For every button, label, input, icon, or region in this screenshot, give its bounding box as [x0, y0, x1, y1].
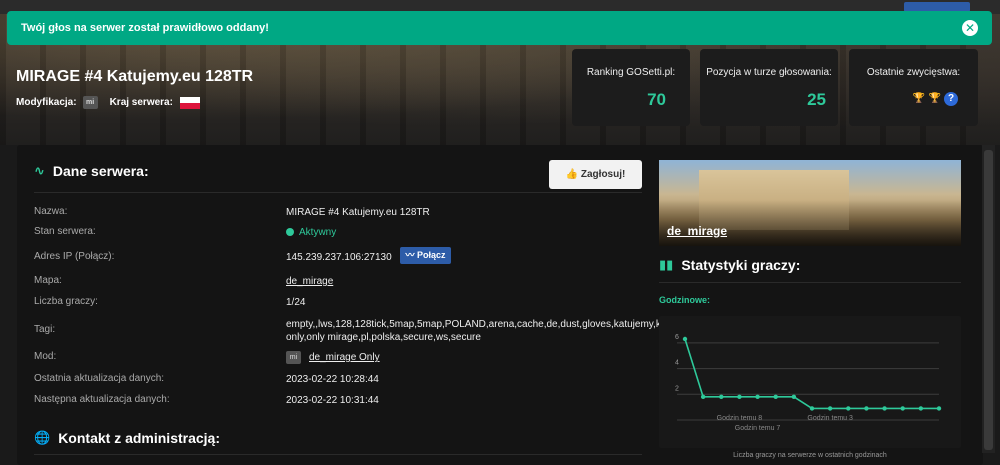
connect-label: Połącz	[417, 250, 446, 260]
data-point	[809, 406, 815, 411]
data-point	[882, 406, 887, 411]
data-point	[755, 394, 760, 400]
contact-title: Kontakt z administracją:	[58, 430, 221, 446]
globe-icon: 🌐	[34, 430, 51, 445]
stat-value: 25	[807, 90, 826, 109]
row-key: Stan serwera:	[34, 226, 96, 237]
server-title: MIRAGE #4 Katujemy.eu 128TR	[16, 68, 254, 85]
map-card[interactable]: de_mirage	[659, 160, 961, 246]
map-name[interactable]: de_mirage	[667, 224, 727, 238]
divider	[659, 282, 961, 283]
y-tick-label: 2	[675, 385, 679, 392]
y-tick-label: 6	[675, 334, 679, 341]
row-key: Ostatnia aktualizacja danych:	[34, 373, 165, 384]
tags-value: empty,,lws,128,128tick,5map,5map,POLAND,…	[286, 319, 744, 343]
server-meta: Modyfikacja: mi Kraj serwera:	[16, 96, 200, 109]
data-point	[737, 394, 742, 400]
data-point	[700, 394, 706, 400]
row-value: 1/24	[286, 297, 306, 308]
stat-value: 70	[647, 90, 666, 109]
chart-subtitle: Godzinowe:	[659, 295, 710, 305]
mod-badge: mi	[82, 96, 98, 109]
vote-button[interactable]: 👍 Zagłosuj!	[549, 160, 642, 189]
x-tick-label: Godzin temu 8	[717, 415, 763, 422]
status-dot-icon	[286, 228, 294, 237]
x-tick-label: Godzin temu 3	[807, 415, 853, 422]
stat-position: Pozycja w turze głosowania: 25	[700, 49, 838, 126]
status-value: Aktywny	[286, 226, 638, 239]
players-chart-svg: 2 4 6 Godzin temu 8 Godzin temu 7 Godzin temu…	[675, 334, 942, 432]
stat-label: Pozycja w turze głosowania:	[706, 67, 832, 78]
success-alert: Twój głos na serwer został prawidłowo od…	[7, 11, 992, 45]
row-key: Nazwa:	[34, 206, 68, 217]
data-point	[719, 394, 724, 400]
scrollbar-thumb[interactable]	[984, 150, 993, 450]
data-point	[918, 406, 924, 411]
server-data-title: Dane serwera:	[52, 163, 149, 179]
mod-link[interactable]: de_mirage Only	[309, 352, 380, 363]
ip-value[interactable]: 145.239.237.106:27130	[286, 251, 638, 264]
map-link[interactable]: de_mirage	[286, 275, 638, 288]
status-text: Aktywny	[299, 227, 337, 238]
pulse-icon: ∿	[34, 163, 45, 178]
data-point	[773, 394, 778, 400]
row-key: Następna aktualizacja danych:	[34, 394, 170, 405]
gold-trophy-icon: 🏆	[912, 92, 926, 104]
row-value: 2023-02-22 10:31:44	[286, 395, 379, 406]
server-data-heading: ∿ Dane serwera:	[34, 163, 149, 179]
contact-heading: 🌐 Kontakt z administracją:	[34, 430, 220, 446]
row-key: Adres IP (Połącz):	[34, 251, 115, 262]
country-label: Kraj serwera:	[109, 97, 173, 108]
row-key: Mod:	[34, 351, 57, 362]
chart-caption: Liczba graczy na serwerze w ostatnich go…	[733, 452, 887, 459]
data-point	[900, 406, 905, 411]
divider	[34, 454, 642, 455]
row-value: 2023-02-22 10:28:44	[286, 374, 379, 385]
stat-label: Ranking GOSetti.pl:	[586, 67, 676, 78]
data-point	[827, 406, 833, 411]
player-stats-title: Statystyki graczy:	[681, 257, 801, 273]
data-point	[682, 336, 688, 342]
vote-label: Zagłosuj!	[580, 169, 626, 180]
y-tick-label: 4	[675, 360, 679, 367]
bar-chart-icon: ▮▮	[659, 257, 674, 272]
stat-label: Ostatnie zwycięstwa:	[866, 67, 961, 78]
poland-flag-icon	[179, 96, 200, 109]
alert-message: Twój głos na serwer został prawidłowo od…	[21, 22, 269, 34]
trophies: 🏆 🏆?	[849, 90, 978, 106]
mod-value: mi de_mirage Only	[286, 351, 638, 364]
x-tick-label: Godzin temu 7	[735, 425, 781, 432]
data-point	[864, 406, 869, 411]
data-point	[846, 406, 851, 411]
connect-button[interactable]: 〰 Połącz	[400, 247, 451, 264]
mod-label: Modyfikacja:	[16, 97, 77, 108]
map-shade	[659, 200, 961, 246]
data-point	[936, 406, 942, 411]
stat-wins: Ostatnie zwycięstwa: 🏆 🏆?	[849, 49, 978, 126]
row-key: Mapa:	[34, 275, 62, 286]
row-key: Tagi:	[34, 324, 56, 335]
help-icon[interactable]: ?	[944, 91, 958, 106]
row-key: Liczba graczy:	[34, 296, 98, 307]
player-stats-heading: ▮▮ Statystyki graczy:	[659, 257, 800, 273]
data-point	[791, 394, 797, 400]
players-chart: 2 4 6 Godzin temu 8 Godzin temu 7 Godzin temu…	[659, 316, 961, 448]
silver-trophy-icon: 🏆	[928, 92, 942, 104]
divider	[34, 192, 642, 193]
row-value: MIRAGE #4 Katujemy.eu 128TR	[286, 207, 430, 218]
stat-ranking: Ranking GOSetti.pl: 70	[572, 49, 690, 126]
mod-chip: mi	[286, 351, 301, 364]
close-icon[interactable]: ✕	[962, 20, 978, 36]
